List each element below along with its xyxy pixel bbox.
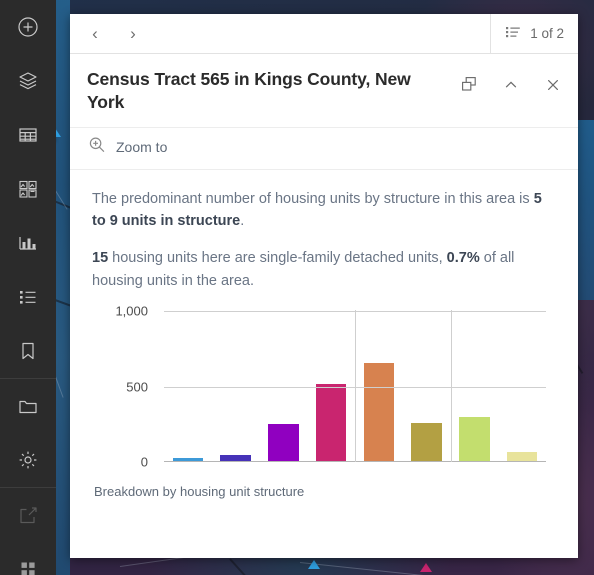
map-marker[interactable]	[308, 560, 320, 569]
chart-bar[interactable]	[172, 458, 204, 462]
add-data-icon	[16, 15, 40, 39]
chart-bar[interactable]	[363, 363, 395, 462]
dock-panel-icon	[460, 75, 479, 99]
chart-bar-slot	[260, 310, 308, 462]
sidebar-item-bookmarks[interactable]	[0, 324, 56, 378]
sidebar-item-settings[interactable]	[0, 433, 56, 487]
zoom-to-label: Zoom to	[116, 139, 168, 156]
folder-icon	[16, 394, 40, 418]
text-part: .	[240, 213, 245, 229]
chart-bar-slot	[451, 310, 499, 462]
close-popup-button[interactable]	[542, 76, 564, 98]
zoom-to-icon	[87, 135, 107, 160]
table-icon	[16, 123, 40, 147]
map-road	[299, 562, 460, 575]
popup-title-actions	[458, 68, 564, 98]
sidebar-item-table[interactable]	[0, 108, 56, 162]
page-title: Census Tract 565 in Kings County, New Yo…	[87, 69, 411, 113]
map-marker[interactable]	[420, 563, 432, 572]
chart-bar-slot	[403, 310, 451, 462]
sidebar-item-legend[interactable]	[0, 270, 56, 324]
grid-apps-icon	[16, 557, 40, 575]
map-application: es od,	[0, 0, 594, 575]
chart-bar[interactable]	[315, 384, 347, 462]
chart-bar[interactable]	[268, 424, 299, 462]
chart-bar-slot	[212, 310, 260, 462]
sidebar-item-contents[interactable]	[0, 379, 56, 433]
chart-bar-slot	[164, 310, 212, 462]
toolbar-group-primary	[0, 0, 56, 379]
chart-plot-area	[164, 310, 546, 463]
basemap-gallery-icon	[16, 177, 40, 201]
chart-bar[interactable]	[506, 452, 538, 462]
chart-vertical-gridline	[355, 310, 356, 463]
dock-panel-button[interactable]	[458, 76, 480, 98]
gear-icon	[16, 448, 40, 472]
text-part-bold: 15	[92, 250, 109, 267]
chart-bar[interactable]	[411, 422, 442, 462]
text-part: The predominant number of housing units …	[92, 190, 534, 207]
toolbar-group-secondary	[0, 379, 56, 488]
feature-count-selector[interactable]: 1 of 2	[490, 14, 578, 53]
chart-caption: Breakdown by housing unit structure	[94, 484, 305, 500]
zoom-to-button[interactable]: Zoom to	[70, 126, 578, 170]
chart-bar-slot	[355, 310, 403, 462]
chart-bar[interactable]	[220, 454, 251, 462]
popup-title-row: Census Tract 565 in Kings County, New Yo…	[70, 54, 578, 127]
summary-paragraph-predominant: The predominant number of housing units …	[92, 188, 544, 233]
chart-icon	[16, 231, 40, 255]
left-toolbar	[0, 0, 56, 575]
previous-feature-button[interactable]: ‹	[78, 17, 112, 51]
sidebar-item-layers[interactable]	[0, 54, 56, 108]
feature-popup-panel: ‹ › 1 of 2 Census Tract 565 in Kings Cou…	[70, 14, 578, 558]
chart-y-tick-label: 0	[140, 454, 148, 470]
chart-y-tick-label: 500	[126, 379, 148, 395]
toolbar-group-tertiary	[0, 488, 56, 575]
chart-container: 0 500 1,000 Breakdown by housing unit stru…	[92, 304, 558, 500]
popup-content: The predominant number of housing units …	[70, 170, 578, 558]
collapse-chevron-icon	[502, 76, 520, 99]
text-part: housing units here are single-family det…	[108, 250, 447, 267]
next-feature-button[interactable]: ›	[116, 17, 150, 51]
sidebar-item-apps[interactable]	[0, 542, 56, 575]
layers-icon	[16, 69, 40, 93]
chart-vertical-gridline	[450, 310, 452, 463]
share-icon	[16, 503, 40, 527]
chart-bar[interactable]	[459, 416, 490, 462]
sidebar-item-share[interactable]	[0, 488, 56, 542]
housing-units-bar-chart[interactable]: 0 500 1,000	[94, 304, 546, 470]
chart-y-axis: 0 500 1,000	[94, 304, 156, 470]
chart-bar-slot	[307, 310, 355, 462]
map-road	[229, 558, 278, 575]
sidebar-item-charts[interactable]	[0, 216, 56, 270]
feature-count-label: 1 of 2	[530, 26, 564, 41]
text-part-bold: 0.7%	[446, 250, 480, 267]
sidebar-item-basemap[interactable]	[0, 162, 56, 216]
chart-y-tick-label: 1,000	[115, 303, 148, 319]
collapse-panel-button[interactable]	[500, 76, 522, 98]
chart-bar-slot	[498, 310, 546, 462]
popup-nav-arrows: ‹ ›	[70, 14, 150, 53]
sidebar-item-add-data[interactable]	[0, 0, 56, 54]
legend-icon	[16, 285, 40, 309]
list-icon	[505, 24, 521, 43]
close-icon	[544, 76, 562, 99]
summary-paragraph-detached: 15 housing units here are single-family …	[92, 247, 544, 292]
bookmark-icon	[16, 339, 40, 363]
popup-navigation-bar: ‹ › 1 of 2	[70, 14, 578, 54]
